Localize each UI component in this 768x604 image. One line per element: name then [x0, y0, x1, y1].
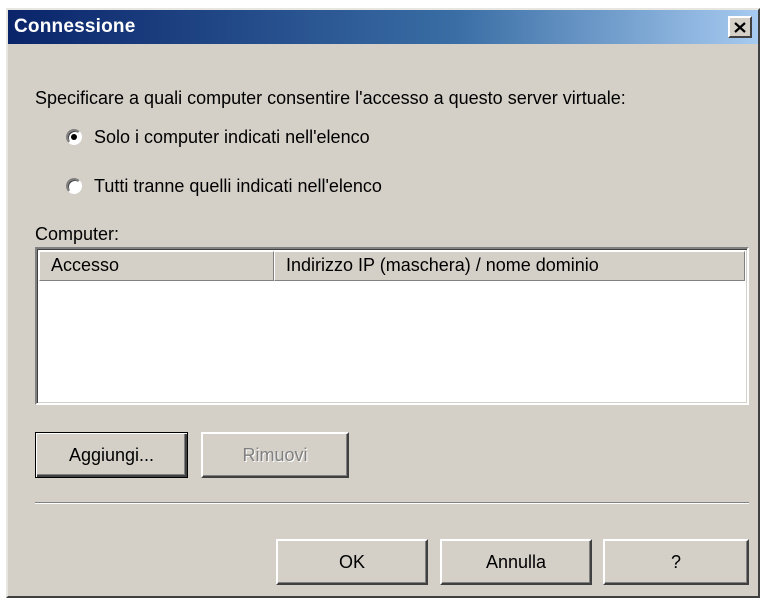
column-header-ip-domain[interactable]: Indirizzo IP (maschera) / nome dominio	[274, 251, 745, 281]
radio-label-only-listed: Solo i computer indicati nell'elenco	[94, 126, 370, 147]
access-prompt: Specificare a quali computer consentire …	[35, 88, 626, 108]
help-button[interactable]: ?	[603, 539, 749, 585]
computer-list[interactable]: Accesso Indirizzo IP (maschera) / nome d…	[35, 247, 749, 405]
radio-button-unchecked[interactable]	[66, 178, 82, 194]
radio-only-listed[interactable]: Solo i computer indicati nell'elenco	[66, 125, 370, 149]
column-header-access[interactable]: Accesso	[39, 251, 274, 281]
window-title: Connessione	[14, 16, 136, 37]
ok-button[interactable]: OK	[276, 539, 428, 585]
radio-label-all-except: Tutti tranne quelli indicati nell'elenco	[94, 175, 382, 196]
radio-button-checked[interactable]	[66, 129, 82, 145]
remove-button: Rimuovi	[201, 432, 349, 478]
radio-dot	[71, 134, 77, 140]
close-icon	[734, 21, 746, 33]
add-button[interactable]: Aggiungi...	[35, 432, 188, 478]
close-button[interactable]	[728, 16, 752, 38]
list-header: Accesso Indirizzo IP (maschera) / nome d…	[39, 251, 745, 281]
title-bar[interactable]: Connessione	[8, 10, 758, 44]
separator	[35, 502, 749, 504]
cancel-button[interactable]: Annulla	[440, 539, 592, 585]
computer-list-label: Computer:	[35, 224, 120, 244]
radio-all-except-listed[interactable]: Tutti tranne quelli indicati nell'elenco	[66, 174, 382, 198]
connection-dialog: Connessione Specificare a quali computer…	[6, 8, 760, 598]
